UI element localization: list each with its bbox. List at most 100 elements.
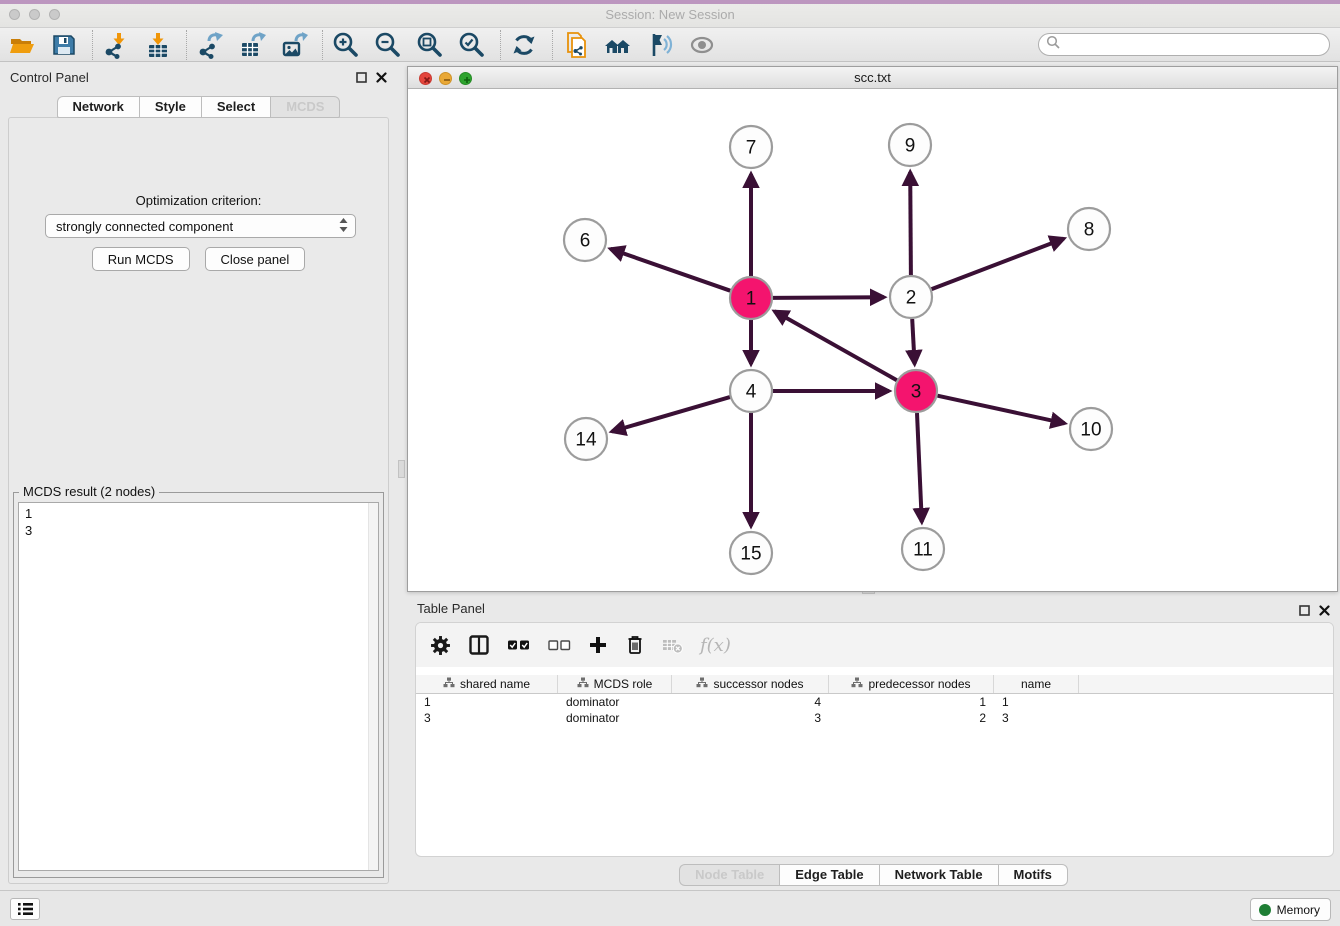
control-panel-tabs: NetworkStyleSelectMCDS [0,96,397,118]
unselect-all-columns-icon[interactable] [548,640,571,651]
column-header-successor-nodes[interactable]: successor nodes [672,675,829,693]
edge-4-14 [612,397,730,431]
export-image-icon[interactable] [280,31,308,59]
edge-3-10 [938,396,1065,424]
function-builder-icon[interactable]: f(x) [700,635,731,656]
table-panel-tabs: Node TableEdge TableNetwork TableMotifs [407,864,1340,886]
table-cell[interactable]: 3 [416,710,558,726]
node-label-3: 3 [911,382,922,403]
node-label-2: 2 [906,288,917,309]
node-label-4: 4 [746,382,757,403]
table-cell[interactable]: 1 [416,694,558,710]
tab-node-table[interactable]: Node Table [679,864,779,886]
table-options-gear-icon[interactable] [430,635,451,656]
import-table-icon[interactable] [144,31,172,59]
tab-motifs[interactable]: Motifs [998,864,1068,886]
control-panel-title: Control Panel [10,70,89,85]
table-cell[interactable]: dominator [558,694,672,710]
tab-select[interactable]: Select [201,96,270,118]
table-cell[interactable]: 1 [994,694,1079,710]
table-row[interactable]: 3dominator323 [416,710,1333,726]
app-title: Session: New Session [0,7,1340,22]
table-header-row: shared nameMCDS rolesuccessor nodesprede… [416,675,1333,694]
control-panel: Control Panel NetworkStyleSelectMCDS Opt… [0,62,397,890]
table-float-panel-icon[interactable] [1299,605,1310,616]
tab-style[interactable]: Style [139,96,201,118]
optimization-criterion-label: Optimization criterion: [9,193,388,208]
home-icon[interactable] [604,31,632,59]
zoom-selected-icon[interactable] [458,31,486,59]
memory-label: Memory [1277,903,1320,917]
close-panel-button[interactable]: Close panel [205,247,306,271]
application-window: Session: New Session [0,0,1340,926]
table-toolbar: f(x) [416,623,1333,667]
network-file-icon[interactable] [562,31,590,59]
tab-edge-table[interactable]: Edge Table [779,864,878,886]
column-type-icon [851,677,863,691]
network-canvas[interactable]: 1234678910111415 [408,89,1337,591]
show-columns-icon[interactable] [468,634,490,656]
node-label-7: 7 [746,138,757,159]
memory-button[interactable]: Memory [1250,898,1331,921]
select-all-columns-icon[interactable] [507,639,531,651]
run-mcds-button[interactable]: Run MCDS [92,247,190,271]
tab-mcds[interactable]: MCDS [270,96,340,118]
edge-1-2 [773,297,884,298]
import-network-icon[interactable] [102,31,130,59]
column-type-icon [577,677,589,691]
edge-3-11 [917,413,922,522]
add-column-icon[interactable] [588,635,608,655]
optimization-criterion-select[interactable]: strongly connected component [45,214,356,238]
close-panel-icon[interactable] [376,72,387,83]
export-table-icon[interactable] [238,31,266,59]
float-panel-icon[interactable] [356,72,367,83]
table-cell[interactable]: 2 [829,710,994,726]
tab-network-table[interactable]: Network Table [879,864,998,886]
column-header-name[interactable]: name [994,675,1079,693]
column-header-shared-name[interactable]: shared name [416,675,558,693]
eye-icon[interactable] [688,31,716,59]
node-label-10: 10 [1080,420,1101,441]
delete-table-icon[interactable] [662,637,683,654]
network-canvas-svg: 1234678910111415 [408,89,1337,592]
table-cell[interactable]: 3 [672,710,829,726]
edge-3-1 [775,311,897,380]
table-row[interactable]: 1dominator411 [416,694,1333,710]
table-cell[interactable]: 1 [829,694,994,710]
search-input[interactable] [1064,38,1329,52]
export-network-icon[interactable] [196,31,224,59]
memory-status-icon [1259,904,1271,916]
vertical-splitter[interactable] [397,62,407,890]
delete-column-icon[interactable] [625,634,645,656]
edge-1-6 [611,249,731,291]
result-line: 3 [25,522,372,539]
tab-network[interactable]: Network [57,96,139,118]
refresh-icon[interactable] [510,31,538,59]
save-session-icon[interactable] [50,31,78,59]
hide-details-icon[interactable] [646,31,674,59]
node-table-container: f(x) shared nameMCDS rolesuccessor nodes… [415,622,1334,857]
mcds-tab-content: Optimization criterion: strongly connect… [8,117,389,884]
table-panel-title: Table Panel [417,601,485,616]
table-cell[interactable]: 4 [672,694,829,710]
result-scrollbar[interactable] [368,503,378,870]
zoom-out-icon[interactable] [374,31,402,59]
table-close-panel-icon[interactable] [1319,605,1330,616]
mcds-result-area[interactable]: 13 [18,502,379,871]
table-panel: Table Panel [407,595,1340,890]
zoom-fit-icon[interactable] [416,31,444,59]
node-label-14: 14 [575,430,597,451]
column-header-predecessor-nodes[interactable]: predecessor nodes [829,675,994,693]
table-cell[interactable]: dominator [558,710,672,726]
search-box[interactable] [1038,33,1330,56]
zoom-in-icon[interactable] [332,31,360,59]
open-session-icon[interactable] [8,31,36,59]
table-cell[interactable]: 3 [994,710,1079,726]
dropdown-stepper-icon [338,217,349,236]
network-window-title: scc.txt [408,70,1337,85]
network-window-titlebar[interactable]: scc.txt [408,67,1337,89]
column-header-MCDS-role[interactable]: MCDS role [558,675,672,693]
mcds-result-groupbox: MCDS result (2 nodes) 13 [13,492,384,878]
task-history-button[interactable] [10,898,40,920]
column-type-icon [696,677,708,691]
